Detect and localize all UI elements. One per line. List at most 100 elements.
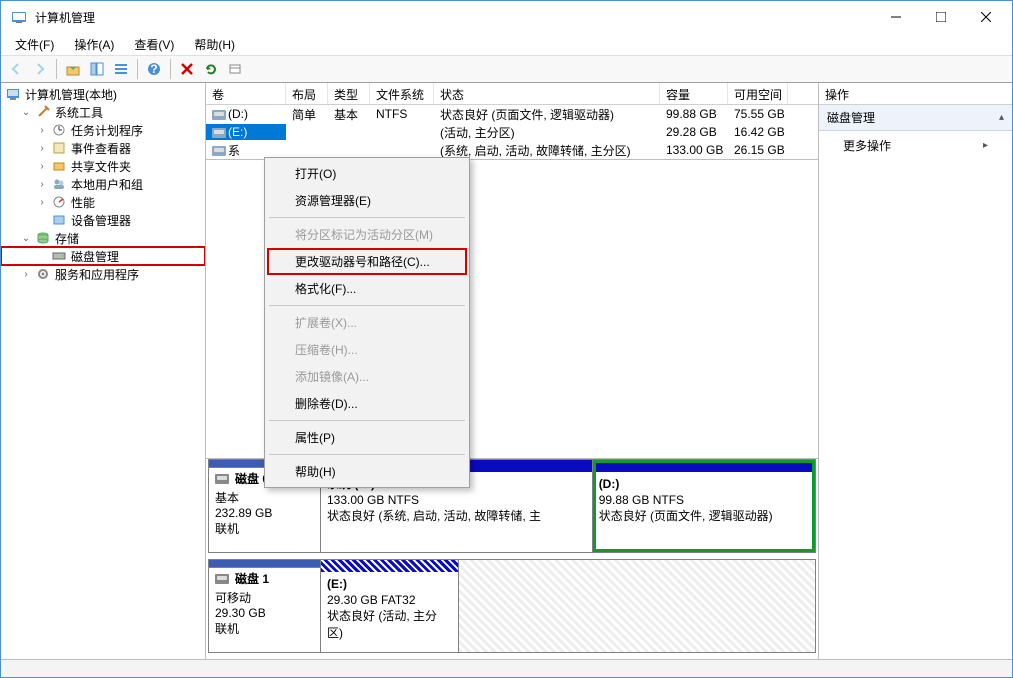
drive-icon xyxy=(212,128,226,138)
volume-row[interactable]: (E:)(活动, 主分区)29.28 GB16.42 GB xyxy=(206,123,818,141)
settings-button[interactable] xyxy=(224,58,246,80)
drive-icon xyxy=(212,110,226,120)
actions-more[interactable]: 更多操作 ▸ xyxy=(819,131,1012,160)
tree-system-tools[interactable]: ⌄ 系统工具 xyxy=(1,103,205,121)
expand-icon[interactable]: › xyxy=(35,195,49,209)
actions-pane: 操作 磁盘管理 ▴ 更多操作 ▸ xyxy=(819,83,1012,659)
tree-root[interactable]: 计算机管理(本地) xyxy=(1,85,205,103)
col-volume[interactable]: 卷 xyxy=(206,83,286,104)
title-bar: 计算机管理 xyxy=(1,1,1012,33)
toolbar: ? xyxy=(1,55,1012,83)
expand-icon[interactable]: › xyxy=(35,123,49,137)
expand-icon[interactable]: ⌄ xyxy=(19,105,33,119)
ctx-explorer[interactable]: 资源管理器(E) xyxy=(267,187,467,214)
ctx-separator xyxy=(269,305,465,306)
menu-help[interactable]: 帮助(H) xyxy=(186,34,243,55)
disk-icon xyxy=(215,574,229,584)
delete-button[interactable] xyxy=(176,58,198,80)
tree-performance[interactable]: › 性能 xyxy=(1,193,205,211)
tree-event-viewer[interactable]: › 事件查看器 xyxy=(1,139,205,157)
help-icon: ? xyxy=(147,62,161,76)
show-hide-tree-button[interactable] xyxy=(86,58,108,80)
tree-local-users[interactable]: › 本地用户和组 xyxy=(1,175,205,193)
computer-icon xyxy=(5,86,21,102)
device-icon xyxy=(51,212,67,228)
ctx-format[interactable]: 格式化(F)... xyxy=(267,275,467,302)
maximize-icon xyxy=(936,12,946,22)
volume-list[interactable]: 卷 布局 类型 文件系统 状态 容量 可用空间 (D:)简单基本NTFS状态良好… xyxy=(206,83,818,160)
ctx-mark-active[interactable]: 将分区标记为活动分区(M) xyxy=(267,221,467,248)
col-status[interactable]: 状态 xyxy=(434,83,660,104)
minimize-icon xyxy=(891,12,901,22)
ctx-shrink-volume[interactable]: 压缩卷(H)... xyxy=(267,336,467,363)
x-icon xyxy=(180,62,194,76)
navigation-tree[interactable]: 计算机管理(本地) ⌄ 系统工具 › 任务计划程序 › 事件查看器 › 共享文件… xyxy=(1,83,206,659)
services-icon xyxy=(35,266,51,282)
col-filesystem[interactable]: 文件系统 xyxy=(370,83,434,104)
col-layout[interactable]: 布局 xyxy=(286,83,328,104)
status-bar xyxy=(1,659,1012,677)
menu-action[interactable]: 操作(A) xyxy=(66,34,122,55)
list-icon xyxy=(114,62,128,76)
tree-storage[interactable]: ⌄ 存储 xyxy=(1,229,205,247)
ctx-open[interactable]: 打开(O) xyxy=(267,160,467,187)
ctx-help[interactable]: 帮助(H) xyxy=(267,458,467,485)
ctx-delete-volume[interactable]: 删除卷(D)... xyxy=(267,390,467,417)
col-type[interactable]: 类型 xyxy=(328,83,370,104)
ctx-properties[interactable]: 属性(P) xyxy=(267,424,467,451)
volume-row[interactable]: (D:)简单基本NTFS状态良好 (页面文件, 逻辑驱动器)99.88 GB75… xyxy=(206,105,818,123)
actions-header: 操作 xyxy=(819,83,1012,105)
partition[interactable]: (E:)29.30 GB FAT32状态良好 (活动, 主分区) xyxy=(321,560,459,652)
disk-icon xyxy=(215,474,229,484)
maximize-button[interactable] xyxy=(918,1,963,33)
col-free[interactable]: 可用空间 xyxy=(728,83,788,104)
disk-row[interactable]: 磁盘 1可移动29.30 GB联机(E:)29.30 GB FAT32状态良好 … xyxy=(208,559,816,653)
context-menu: 打开(O) 资源管理器(E) 将分区标记为活动分区(M) 更改驱动器号和路径(C… xyxy=(264,157,470,488)
ctx-add-mirror[interactable]: 添加镜像(A)... xyxy=(267,363,467,390)
back-button[interactable] xyxy=(5,58,27,80)
performance-icon xyxy=(51,194,67,210)
disk-graphical-view[interactable]: 磁盘 0基本232.89 GB联机系统 (C:)133.00 GB NTFS状态… xyxy=(206,459,818,659)
minimize-button[interactable] xyxy=(873,1,918,33)
unallocated-space[interactable] xyxy=(459,560,815,652)
expand-icon[interactable]: › xyxy=(35,141,49,155)
col-capacity[interactable]: 容量 xyxy=(660,83,728,104)
actions-group-disk-management[interactable]: 磁盘管理 ▴ xyxy=(819,105,1012,131)
volume-list-header: 卷 布局 类型 文件系统 状态 容量 可用空间 xyxy=(206,83,818,105)
ctx-separator xyxy=(269,420,465,421)
expand-icon[interactable]: ⌄ xyxy=(19,231,33,245)
refresh-button[interactable] xyxy=(200,58,222,80)
expand-icon[interactable]: › xyxy=(19,267,33,281)
expand-icon[interactable]: › xyxy=(35,159,49,173)
tree-services-apps[interactable]: › 服务和应用程序 xyxy=(1,265,205,283)
app-icon xyxy=(11,9,27,25)
window-title: 计算机管理 xyxy=(33,9,873,26)
tree-task-scheduler[interactable]: › 任务计划程序 xyxy=(1,121,205,139)
toolbar-divider xyxy=(170,59,171,79)
folder-up-icon xyxy=(66,62,80,76)
tools-icon xyxy=(35,104,51,120)
partition[interactable]: (D:)99.88 GB NTFS状态良好 (页面文件, 逻辑驱动器) xyxy=(593,460,815,552)
disk-label[interactable]: 磁盘 1可移动29.30 GB联机 xyxy=(209,560,321,652)
arrow-left-icon xyxy=(9,62,23,76)
ctx-separator xyxy=(269,217,465,218)
tree-shared-folders[interactable]: › 共享文件夹 xyxy=(1,157,205,175)
properties-button[interactable] xyxy=(110,58,132,80)
up-button[interactable] xyxy=(62,58,84,80)
close-button[interactable] xyxy=(963,1,1008,33)
storage-icon xyxy=(35,230,51,246)
disk-icon xyxy=(51,248,67,264)
tree-disk-management[interactable]: 磁盘管理 xyxy=(1,247,205,265)
help-button[interactable]: ? xyxy=(143,58,165,80)
tree-device-manager[interactable]: 设备管理器 xyxy=(1,211,205,229)
menu-view[interactable]: 查看(V) xyxy=(126,34,182,55)
chevron-up-icon: ▴ xyxy=(999,112,1004,123)
forward-button[interactable] xyxy=(29,58,51,80)
ctx-change-drive-letter[interactable]: 更改驱动器号和路径(C)... xyxy=(267,248,467,275)
chevron-right-icon: ▸ xyxy=(983,140,988,151)
expand-icon[interactable]: › xyxy=(35,177,49,191)
ctx-separator xyxy=(269,454,465,455)
menu-file[interactable]: 文件(F) xyxy=(7,34,62,55)
shared-folder-icon xyxy=(51,158,67,174)
ctx-extend-volume[interactable]: 扩展卷(X)... xyxy=(267,309,467,336)
